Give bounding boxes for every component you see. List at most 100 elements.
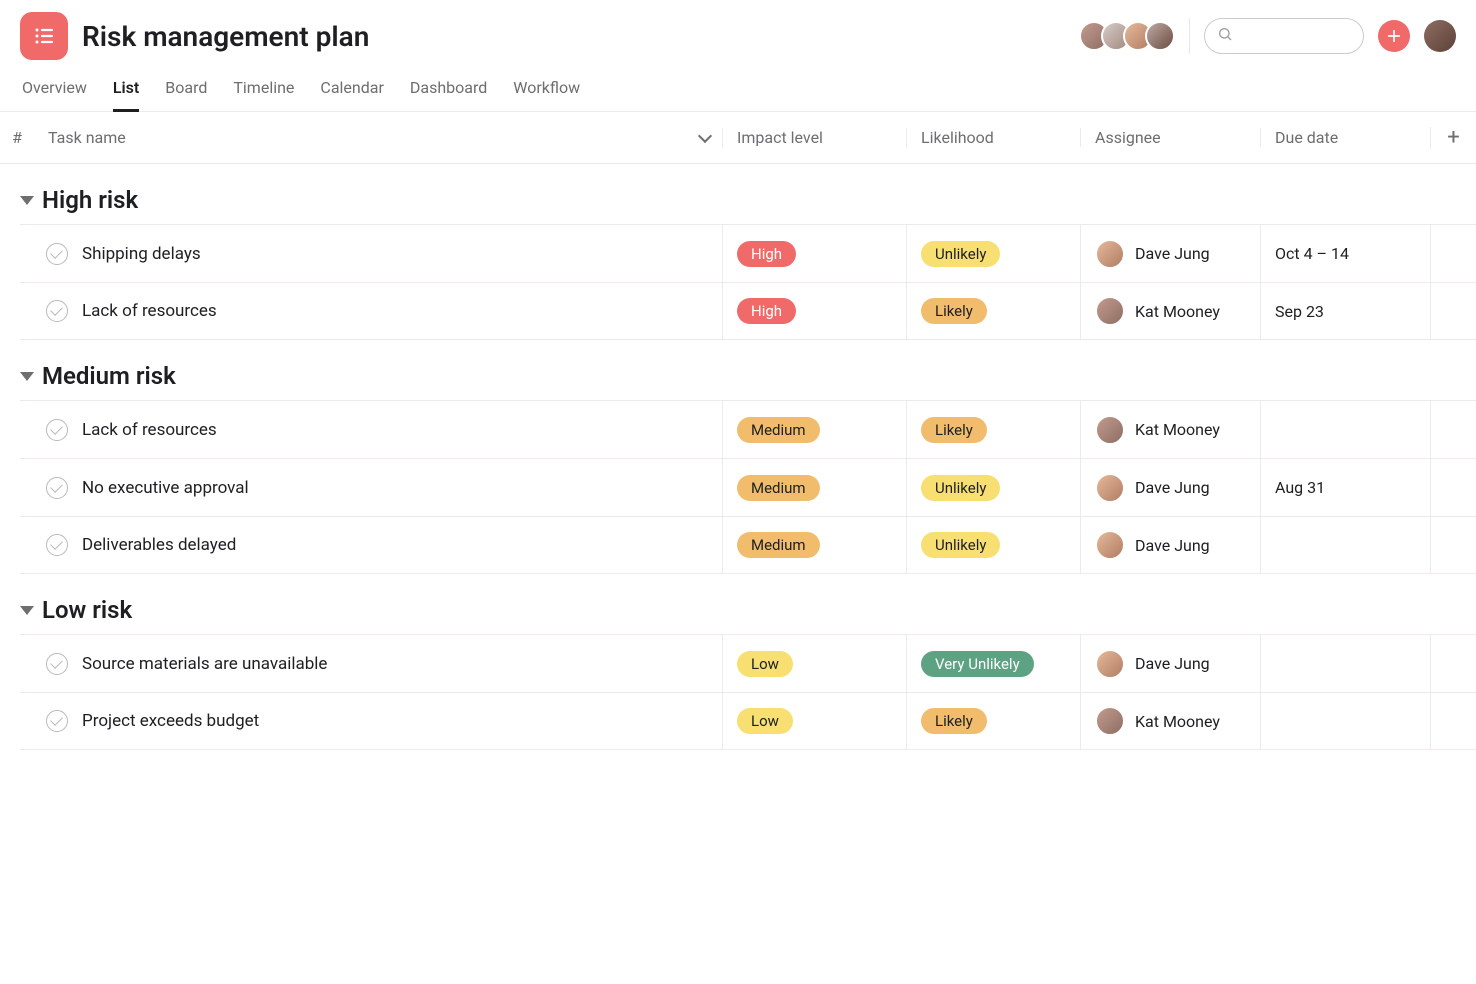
task-name: Source materials are unavailable xyxy=(82,654,327,674)
table-row[interactable]: Lack of resources Medium Likely Kat Mooney xyxy=(20,400,1476,458)
complete-checkbox[interactable] xyxy=(46,534,68,556)
impact-pill: Low xyxy=(737,651,793,677)
table-row[interactable]: No executive approvalMedium Unlikely Dave … xyxy=(20,458,1476,516)
impact-cell[interactable]: Medium xyxy=(722,459,906,516)
column-due[interactable]: Due date xyxy=(1260,128,1430,147)
complete-checkbox[interactable] xyxy=(46,710,68,732)
project-icon xyxy=(20,12,68,60)
tab-board[interactable]: Board xyxy=(165,70,207,111)
add-button[interactable] xyxy=(1378,20,1410,52)
profile-avatar[interactable] xyxy=(1424,20,1456,52)
due-date-cell[interactable] xyxy=(1260,635,1430,692)
due-date-cell[interactable]: Aug 31 xyxy=(1260,459,1430,516)
row-actions-cell xyxy=(1430,635,1476,692)
impact-cell[interactable]: Low xyxy=(722,693,906,749)
tab-timeline[interactable]: Timeline xyxy=(233,70,294,111)
task-cell[interactable]: Deliverables delayed xyxy=(20,517,722,573)
likelihood-cell[interactable]: Likely xyxy=(906,693,1080,749)
tab-list[interactable]: List xyxy=(113,70,139,112)
impact-pill: High xyxy=(737,298,796,324)
assignee-name: Dave Jung xyxy=(1135,244,1210,263)
complete-checkbox[interactable] xyxy=(46,419,68,441)
page-title: Risk management plan xyxy=(82,20,369,53)
chevron-down-icon[interactable] xyxy=(698,128,712,142)
likelihood-cell[interactable]: Unlikely xyxy=(906,459,1080,516)
table-row[interactable]: Lack of resources High Likely Kat Mooney Sep… xyxy=(20,282,1476,340)
impact-pill: Medium xyxy=(737,417,820,443)
assignee-cell[interactable]: Kat Mooney xyxy=(1080,401,1260,458)
complete-checkbox[interactable] xyxy=(46,243,68,265)
avatar[interactable] xyxy=(1145,21,1175,51)
row-actions-cell xyxy=(1430,517,1476,573)
assignee-cell[interactable]: Dave Jung xyxy=(1080,635,1260,692)
impact-cell[interactable]: Low xyxy=(722,635,906,692)
task-cell[interactable]: Shipping delays xyxy=(20,225,722,282)
section-header[interactable]: Low risk xyxy=(0,574,1476,634)
task-name: Lack of resources xyxy=(82,420,217,440)
tab-calendar[interactable]: Calendar xyxy=(320,70,383,111)
complete-checkbox[interactable] xyxy=(46,477,68,499)
caret-down-icon xyxy=(20,196,34,205)
likelihood-cell[interactable]: Very Unlikely xyxy=(906,635,1080,692)
table-row[interactable]: Deliverables delayed MediumUnlikely Dave J… xyxy=(20,516,1476,574)
impact-cell[interactable]: Medium xyxy=(722,517,906,573)
add-column-button[interactable]: + xyxy=(1430,127,1476,149)
tab-workflow[interactable]: Workflow xyxy=(513,70,580,111)
avatar xyxy=(1095,649,1125,679)
column-impact[interactable]: Impact level xyxy=(722,128,906,147)
task-cell[interactable]: Source materials are unavailable xyxy=(20,635,722,692)
likelihood-cell[interactable]: Unlikely xyxy=(906,517,1080,573)
tab-dashboard[interactable]: Dashboard xyxy=(410,70,487,111)
tab-overview[interactable]: Overview xyxy=(22,70,87,111)
due-date: Sep 23 xyxy=(1275,302,1324,321)
assignee-name: Dave Jung xyxy=(1135,536,1210,555)
impact-cell[interactable]: High xyxy=(722,283,906,339)
section-header[interactable]: Medium risk xyxy=(0,340,1476,400)
assignee-cell[interactable]: Dave Jung xyxy=(1080,517,1260,573)
assignee-cell[interactable]: Kat Mooney xyxy=(1080,283,1260,339)
due-date-cell[interactable] xyxy=(1260,401,1430,458)
view-tabs: Overview List Board Timeline Calendar Dashboa… xyxy=(0,60,1476,112)
column-assignee[interactable]: Assignee xyxy=(1080,128,1260,147)
impact-cell[interactable]: Medium xyxy=(722,401,906,458)
likelihood-cell[interactable]: Likely xyxy=(906,283,1080,339)
due-date-cell[interactable]: Sep 23 xyxy=(1260,283,1430,339)
search-field[interactable] xyxy=(1241,27,1351,45)
section-title: Low risk xyxy=(42,596,132,624)
assignee-cell[interactable]: Kat Mooney xyxy=(1080,693,1260,749)
avatar xyxy=(1095,415,1125,445)
task-name: Deliverables delayed xyxy=(82,535,236,555)
assignee-cell[interactable]: Dave Jung xyxy=(1080,225,1260,282)
impact-cell[interactable]: High xyxy=(722,225,906,282)
complete-checkbox[interactable] xyxy=(46,653,68,675)
task-name: Project exceeds budget xyxy=(82,711,259,731)
project-members[interactable] xyxy=(1087,21,1175,51)
task-cell[interactable]: Lack of resources xyxy=(20,401,722,458)
table-row[interactable]: Project exceeds budget LowLikelyKat Moone… xyxy=(20,692,1476,750)
avatar xyxy=(1095,473,1125,503)
likelihood-cell[interactable]: Unlikely xyxy=(906,225,1080,282)
assignee-cell[interactable]: Dave Jung xyxy=(1080,459,1260,516)
search-input[interactable] xyxy=(1204,18,1364,54)
column-task-name[interactable]: Task name xyxy=(34,128,722,147)
section: Low risk Source materials are unavailable… xyxy=(0,574,1476,750)
due-date-cell[interactable] xyxy=(1260,693,1430,749)
task-cell[interactable]: Project exceeds budget xyxy=(20,693,722,749)
due-date-cell[interactable] xyxy=(1260,517,1430,573)
due-date-cell[interactable]: Oct 4 – 14 xyxy=(1260,225,1430,282)
assignee-name: Kat Mooney xyxy=(1135,420,1220,439)
likelihood-pill: Unlikely xyxy=(921,475,1000,501)
column-likelihood[interactable]: Likelihood xyxy=(906,128,1080,147)
likelihood-pill: Likely xyxy=(921,298,987,324)
section-title: Medium risk xyxy=(42,362,176,390)
assignee-name: Kat Mooney xyxy=(1135,302,1220,321)
likelihood-cell[interactable]: Likely xyxy=(906,401,1080,458)
task-cell[interactable]: No executive approval xyxy=(20,459,722,516)
task-cell[interactable]: Lack of resources xyxy=(20,283,722,339)
likelihood-pill: Likely xyxy=(921,417,987,443)
table-row[interactable]: Source materials are unavailable Low Very … xyxy=(20,634,1476,692)
section-header[interactable]: High risk xyxy=(0,164,1476,224)
complete-checkbox[interactable] xyxy=(46,300,68,322)
avatar xyxy=(1095,239,1125,269)
table-row[interactable]: Shipping delaysHighUnlikely Dave Jung Oct … xyxy=(20,224,1476,282)
